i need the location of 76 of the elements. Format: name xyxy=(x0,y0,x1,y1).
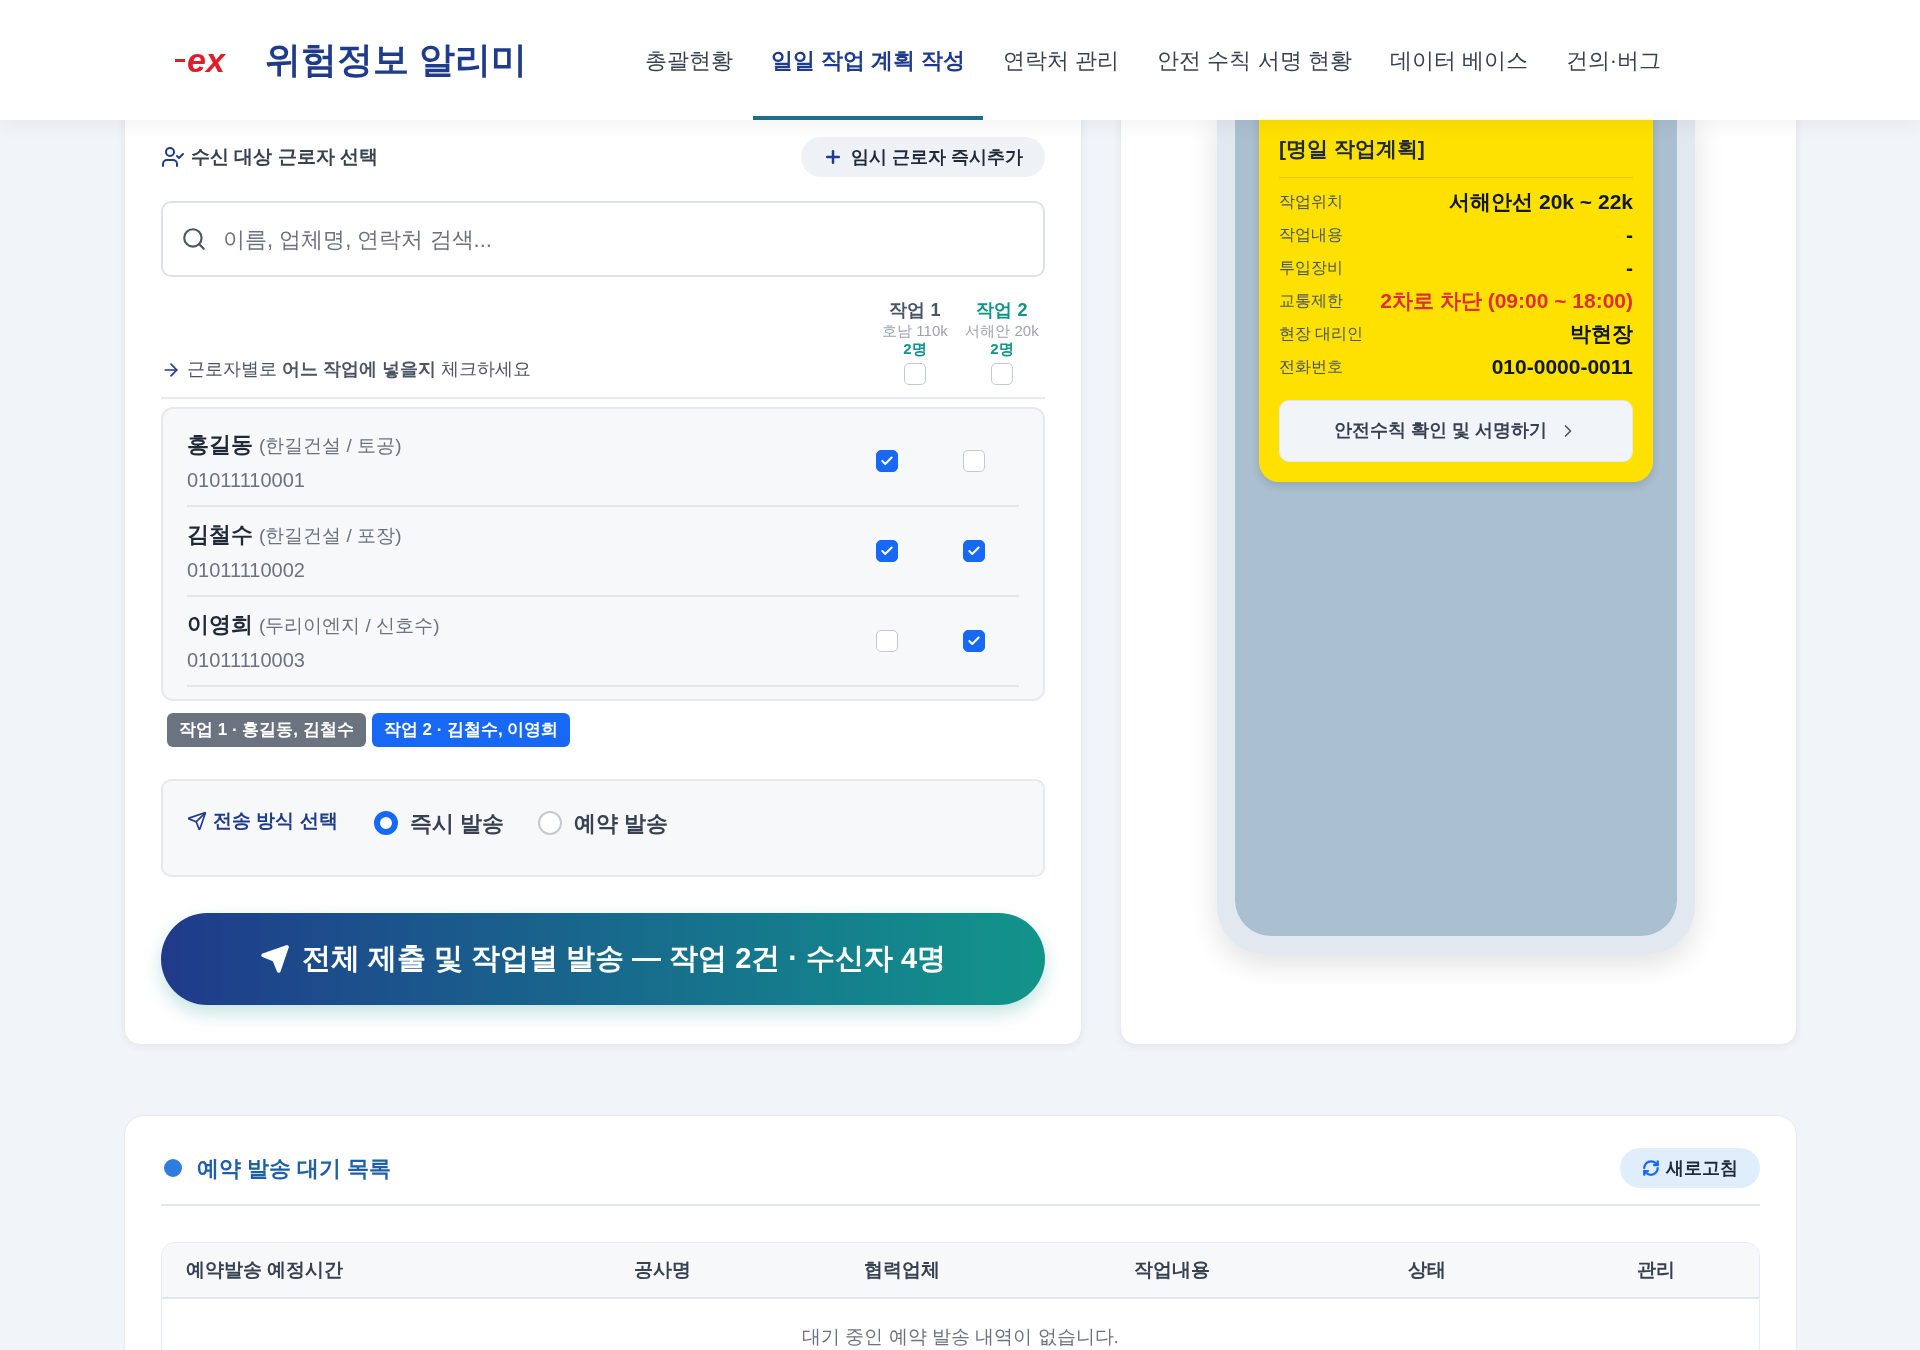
send-method-title: 전송 방식 선택 xyxy=(213,808,338,833)
worker-name: 김철수 xyxy=(187,520,253,549)
checkbox[interactable] xyxy=(904,363,926,385)
section-title: 수신 대상 근로자 선택 xyxy=(191,144,378,169)
nav-tab[interactable]: 안전 수칙 서명 현황 xyxy=(1139,0,1370,120)
worker-name: 이영희 xyxy=(187,610,253,639)
nav-tab[interactable]: 건의·버그 xyxy=(1547,0,1680,120)
paper-plane-icon xyxy=(259,943,290,974)
job-label: 작업 1 xyxy=(889,299,941,322)
info-value: 박현장 xyxy=(1570,321,1633,348)
job-location: 호남 110k xyxy=(882,321,948,341)
column-header: 협력업체 xyxy=(863,1257,941,1282)
empty-message: 대기 중인 예약 발송 내역이 없습니다. xyxy=(802,1325,1119,1349)
radio-option[interactable]: 예약 발송 xyxy=(537,806,668,840)
logo-mark: ex xyxy=(175,43,225,77)
info-label: 교통제한 xyxy=(1279,291,1343,311)
checkbox[interactable] xyxy=(876,450,898,472)
radio-option[interactable]: 즉시 발송 xyxy=(373,806,504,840)
checkbox[interactable] xyxy=(963,630,985,652)
submit-button[interactable]: 전체 제출 및 작업별 발송 — 작업 2건 · 수신자 4명 xyxy=(161,912,1045,1005)
info-value: 010-0000-0011 xyxy=(1491,354,1633,381)
column-header: 예약발송 예정시간 xyxy=(185,1257,345,1282)
checkbox[interactable] xyxy=(963,540,985,562)
check-icon xyxy=(967,634,981,648)
column-header: 작업내용 xyxy=(1133,1257,1211,1282)
nav-tab[interactable]: 데이터 베이스 xyxy=(1371,0,1546,120)
worker-name: 홍길동 xyxy=(187,430,253,459)
info-value: 2차로 차단 (09:00 ~ 18:00) xyxy=(1380,288,1633,315)
radio-button[interactable] xyxy=(373,811,398,835)
info-value: - xyxy=(1626,255,1633,282)
search-icon xyxy=(181,226,207,252)
info-value: 서해안선 20k ~ 22k xyxy=(1449,189,1633,216)
worker-company: (두리이엔지 / 신호수) xyxy=(259,613,440,638)
info-label: 전화번호 xyxy=(1279,357,1343,377)
nav-tab[interactable]: 총괄현황 xyxy=(626,0,751,120)
job-count: 2명 xyxy=(903,340,927,359)
refresh-button[interactable]: 새로고침 xyxy=(1620,1148,1760,1188)
job-label: 작업 2 xyxy=(976,299,1028,322)
checkbox[interactable] xyxy=(963,450,985,472)
sign-button[interactable]: 안전수칙 확인 및 서명하기 xyxy=(1279,399,1633,462)
column-header: 상태 xyxy=(1407,1257,1447,1282)
search-input[interactable]: 이름, 업체명, 연락처 검색... xyxy=(223,222,1025,256)
info-label: 현장 대리인 xyxy=(1279,324,1364,344)
worker-company: (한길건설 / 토공) xyxy=(259,433,402,458)
info-value: - xyxy=(1626,222,1633,249)
instruction-text: 근로자별로 어느 작업에 넣을지 체크하세요 xyxy=(187,358,532,381)
worker-phone: 01011110001 xyxy=(187,467,306,493)
summary-tag: 작업 2 · 김철수, 이영희 xyxy=(371,713,571,747)
checkbox[interactable] xyxy=(876,630,898,652)
check-icon xyxy=(880,454,894,468)
info-label: 작업위치 xyxy=(1279,192,1343,212)
refresh-icon xyxy=(1642,1159,1660,1177)
info-label: 작업내용 xyxy=(1279,225,1343,245)
app-title: 위험정보 알리미 xyxy=(264,38,527,82)
checkbox[interactable] xyxy=(991,363,1013,385)
user-check-icon xyxy=(161,145,185,169)
info-label: 투입장비 xyxy=(1279,258,1343,278)
job-location: 서해안 20k xyxy=(965,321,1039,341)
plus-icon xyxy=(823,147,843,167)
column-header: 관리 xyxy=(1635,1257,1676,1282)
paper-plane-icon xyxy=(187,810,207,831)
worker-phone: 01011110003 xyxy=(187,647,306,673)
checkbox[interactable] xyxy=(876,540,898,562)
message-subtitle: [명일 작업계획] xyxy=(1279,136,1426,162)
worker-phone: 01011110002 xyxy=(187,557,306,583)
job-count: 2명 xyxy=(990,340,1014,359)
column-header: 공사명 xyxy=(632,1257,692,1282)
add-worker-button[interactable]: 임시 근로자 즉시추가 xyxy=(801,137,1045,177)
check-icon xyxy=(880,544,894,558)
radio-button[interactable] xyxy=(537,811,562,835)
queue-title: 예약 발송 대기 목록 xyxy=(197,1154,392,1183)
nav-tab[interactable]: 연락처 관리 xyxy=(985,0,1138,120)
worker-company: (한길건설 / 포장) xyxy=(259,523,402,548)
summary-tag: 작업 1 · 홍길동, 김철수 xyxy=(167,713,366,747)
search-field[interactable]: 이름, 업체명, 연락처 검색... xyxy=(161,201,1045,277)
check-icon xyxy=(967,544,981,558)
